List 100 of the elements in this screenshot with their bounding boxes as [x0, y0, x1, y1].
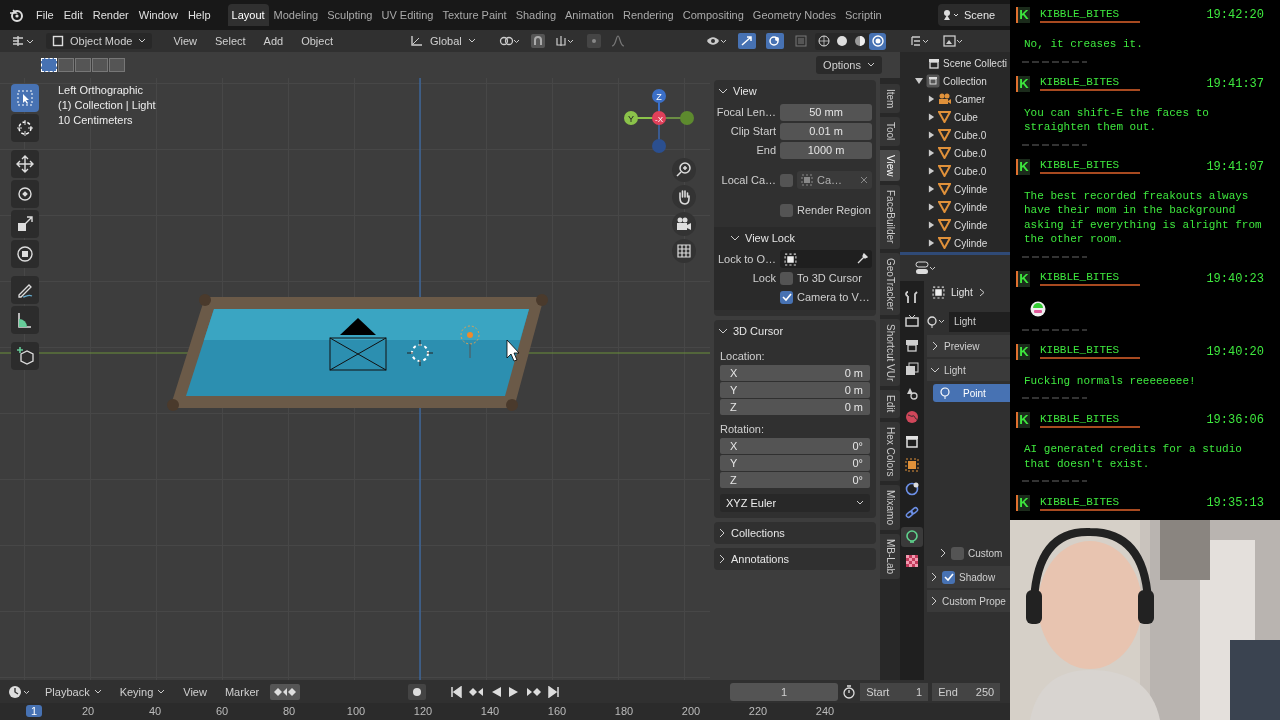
number-field[interactable]: X 0°	[720, 438, 870, 454]
subpanel-header[interactable]: View Lock	[714, 227, 876, 249]
eyedropper-icon[interactable]	[856, 253, 868, 265]
object-field[interactable]	[780, 250, 872, 268]
menu-item[interactable]: File	[31, 6, 59, 24]
menu-item[interactable]: Edit	[58, 6, 88, 24]
workspace-tab[interactable]: Texture Paint	[438, 4, 511, 26]
stopwatch-icon[interactable]	[842, 684, 857, 699]
sidebar-tab[interactable]: GeoTracker	[880, 252, 900, 316]
expand-arrow-icon[interactable]	[915, 77, 923, 85]
workspace-tab[interactable]: Sculpting	[323, 4, 377, 26]
rotation-mode-dropdown[interactable]: XYZ Euler	[720, 494, 870, 512]
jump-end-icon[interactable]	[548, 685, 561, 698]
workspace-tab[interactable]: Scriptin	[841, 4, 886, 26]
object-field[interactable]: Ca…	[797, 171, 872, 189]
light-bulb-icon[interactable]	[927, 316, 947, 328]
scene-selector[interactable]: Scene	[938, 4, 1010, 26]
number-field[interactable]: 50 mm	[780, 103, 872, 121]
cursor-tool-icon[interactable]	[11, 114, 39, 142]
outliner-item[interactable]: Cylinde	[954, 183, 988, 195]
menu-item[interactable]: Window	[133, 6, 183, 24]
sidebar-tab[interactable]: Item	[880, 84, 900, 114]
number-field[interactable]: Y 0°	[720, 455, 870, 471]
axis-gizmo[interactable]: Z Y -X	[624, 89, 694, 153]
panel-header[interactable]: 3D Cursor	[714, 320, 876, 342]
sidebar-tab[interactable]: Hex Colors	[880, 421, 900, 482]
number-field[interactable]: Z 0 m	[720, 399, 870, 415]
menu-item[interactable]: Render	[87, 6, 134, 24]
select-tool-icon[interactable]	[11, 84, 39, 112]
transform-tool-icon[interactable]	[11, 240, 39, 268]
expand-arrow-icon[interactable]	[928, 131, 935, 139]
workspace-tab[interactable]: Layout	[227, 4, 269, 26]
panel-header[interactable]: Light	[927, 359, 1010, 381]
jump-start-icon[interactable]	[450, 685, 463, 698]
measure-tool-icon[interactable]	[11, 306, 39, 334]
blender-logo-icon[interactable]	[9, 8, 23, 22]
workspace-tab[interactable]: Animation	[561, 4, 618, 26]
sidebar-tab[interactable]: Shortcut VUr	[880, 319, 900, 387]
hand-icon[interactable]	[672, 185, 696, 209]
panel-header[interactable]: Annotations	[714, 548, 876, 570]
checkbox[interactable]	[951, 546, 964, 560]
expand-arrow-icon[interactable]	[928, 185, 935, 193]
gizmo-toggle-icon[interactable]	[738, 33, 756, 49]
menu-item[interactable]: Help	[182, 6, 216, 24]
outliner-item[interactable]: Scene Collecti	[943, 57, 1007, 69]
workspace-tab[interactable]: Geometry Nodes	[748, 4, 840, 26]
menu-item[interactable]: Keying	[112, 683, 173, 700]
rotate-tool-icon[interactable]	[11, 180, 39, 208]
workspace-tab[interactable]: Shading	[511, 4, 561, 26]
checkbox[interactable]	[780, 290, 793, 304]
sidebar-tab[interactable]: FaceBuilder	[880, 185, 900, 249]
outliner-item[interactable]: Cube.0	[954, 147, 987, 159]
checkbox[interactable]	[942, 570, 955, 584]
menu-item[interactable]: Playback	[38, 683, 109, 700]
menu-item[interactable]: Select	[208, 33, 253, 49]
editor-type-icon[interactable]	[10, 34, 36, 48]
checkbox[interactable]	[780, 173, 793, 187]
playhead-frame-label[interactable]: 1	[26, 705, 43, 717]
falloff-curve-icon[interactable]	[610, 34, 625, 48]
record-icon[interactable]	[408, 683, 427, 700]
outliner-item[interactable]: Cylinde	[954, 219, 988, 231]
workspace-tab[interactable]: Rendering	[618, 4, 678, 26]
number-field[interactable]: 1000 m	[780, 141, 872, 159]
orientation-dropdown[interactable]: Global	[404, 33, 482, 49]
keyframe-jump-icon[interactable]	[270, 683, 301, 700]
zoom-icon[interactable]	[672, 158, 696, 182]
expand-arrow-icon[interactable]	[928, 203, 935, 211]
start-frame-field[interactable]: Start 1	[860, 682, 929, 701]
pivot-icon[interactable]	[498, 34, 521, 48]
magnet-icon[interactable]	[530, 34, 545, 48]
sidebar-tab[interactable]: Edit	[880, 390, 900, 418]
outliner-item[interactable]: Cube.0	[954, 165, 987, 177]
options-dropdown[interactable]: Options	[816, 56, 882, 74]
rendered-shading-icon[interactable]	[869, 32, 886, 50]
number-field[interactable]: Y 0 m	[720, 382, 870, 398]
end-frame-field[interactable]: End 250	[932, 682, 1001, 701]
current-frame-field[interactable]: 1	[730, 682, 839, 701]
workspace-tab[interactable]: Modeling	[269, 4, 323, 26]
camera-view-icon[interactable]	[672, 212, 696, 236]
outliner-item[interactable]: Cylinde	[954, 237, 988, 249]
datablock-field[interactable]: Light	[949, 312, 1010, 332]
proportional-edit-icon[interactable]	[586, 34, 601, 48]
annotate-tool-icon[interactable]	[11, 276, 39, 304]
number-field[interactable]: Z 0°	[720, 472, 870, 488]
light-type-button[interactable]: Point	[933, 384, 1010, 402]
number-field[interactable]: X 0 m	[720, 365, 870, 381]
expand-arrow-icon[interactable]	[928, 149, 935, 157]
light-properties-icon[interactable]	[901, 527, 923, 547]
scale-tool-icon[interactable]	[11, 210, 39, 238]
outliner-item[interactable]: Cube	[954, 111, 978, 123]
wireframe-shading-icon[interactable]	[815, 32, 832, 50]
next-keyframe-icon[interactable]	[526, 685, 543, 698]
expand-arrow-icon[interactable]	[928, 239, 935, 247]
sidebar-tab[interactable]: View	[880, 149, 900, 182]
panel-header[interactable]: Preview	[927, 335, 1010, 357]
workspace-tab[interactable]: UV Editing	[377, 4, 438, 26]
outliner-item[interactable]: Cube.0	[954, 129, 987, 141]
visibility-icon[interactable]	[706, 34, 728, 48]
menu-item[interactable]: Object	[294, 33, 340, 49]
previous-keyframe-icon[interactable]	[468, 685, 485, 698]
